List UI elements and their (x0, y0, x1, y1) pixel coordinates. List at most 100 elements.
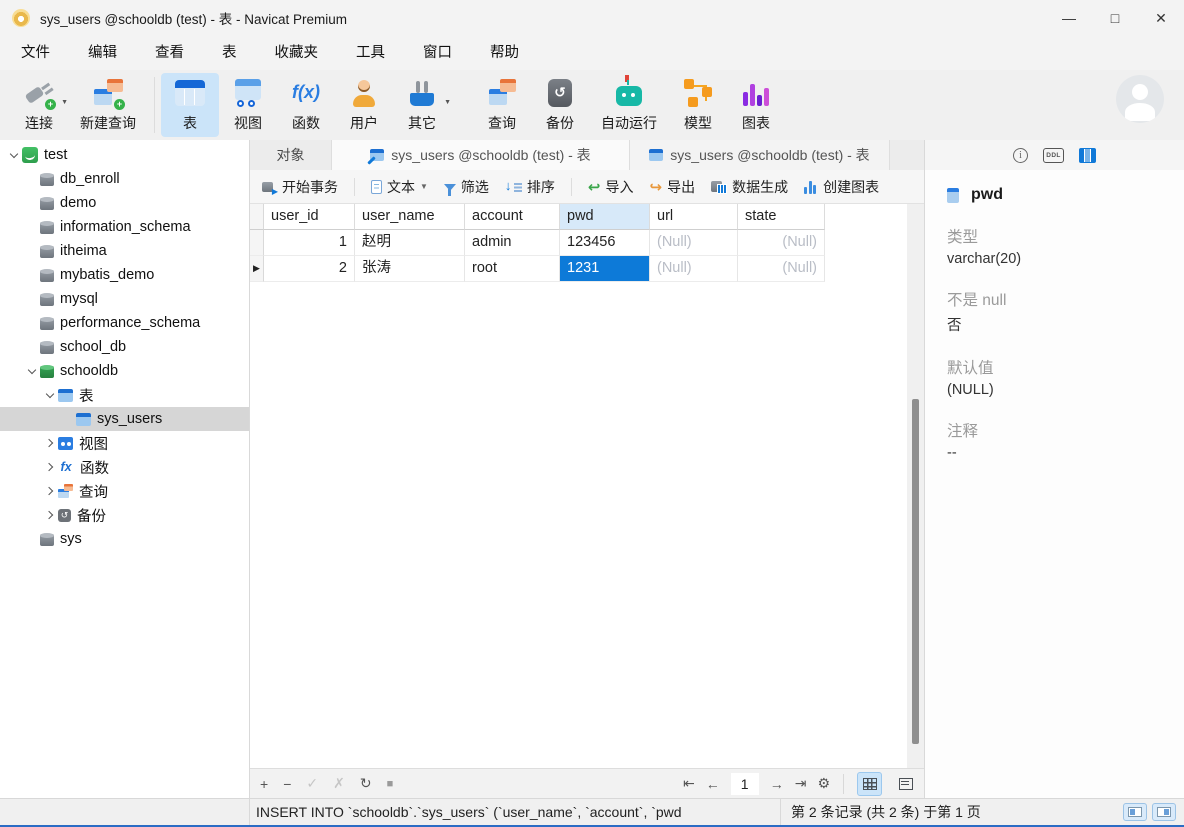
expand-arrow-icon[interactable] (42, 393, 58, 397)
toggle-left-panel-button[interactable] (1123, 803, 1147, 821)
others-button[interactable]: 其它 ▼ (393, 73, 451, 137)
stop-button[interactable]: ■ (387, 778, 394, 790)
chevron-down-icon[interactable]: ▼ (444, 99, 451, 106)
info-icon[interactable] (1013, 148, 1028, 163)
menu-table[interactable]: 表 (203, 36, 256, 70)
tables-button[interactable]: 表 (161, 73, 219, 137)
functions-button[interactable]: f(x) 函数 (277, 73, 335, 137)
cell-pwd-selected[interactable]: 1231 (560, 256, 650, 282)
cell-user-id[interactable]: 2 (264, 256, 355, 282)
expand-arrow-icon[interactable] (6, 153, 22, 157)
menu-file[interactable]: 文件 (2, 36, 69, 70)
tree-item-mybatis-demo[interactable]: mybatis_demo (0, 263, 249, 287)
cell-state[interactable]: (Null) (738, 230, 825, 256)
tree-item-sys-users[interactable]: sys_users (0, 407, 249, 431)
cell-pwd[interactable]: 123456 (560, 230, 650, 256)
menu-edit[interactable]: 编辑 (69, 36, 136, 70)
discard-changes-button[interactable]: ✗ (333, 775, 345, 792)
cell-state[interactable]: (Null) (738, 256, 825, 282)
row-marker[interactable] (250, 230, 264, 256)
expand-arrow-icon[interactable] (42, 488, 58, 494)
tree-item-schooldb[interactable]: schooldb (0, 359, 249, 383)
tree-item-performance-schema[interactable]: performance_schema (0, 311, 249, 335)
menu-window[interactable]: 窗口 (404, 36, 471, 70)
automation-button[interactable]: 自动运行 (589, 73, 669, 137)
next-page-button[interactable]: → (770, 776, 784, 792)
tree-item-functions[interactable]: fx 函数 (0, 455, 249, 479)
chevron-down-icon[interactable]: ▼ (61, 99, 68, 106)
minimize-button[interactable]: — (1046, 0, 1092, 36)
cell-url[interactable]: (Null) (650, 230, 738, 256)
query-button[interactable]: 查询 (473, 73, 531, 137)
current-row-marker[interactable]: ▶ (250, 256, 264, 282)
tree-item-sys[interactable]: sys (0, 527, 249, 551)
first-page-button[interactable]: ⇤ (683, 775, 695, 792)
connection-button[interactable]: 连接 ▼ (10, 73, 68, 137)
tree-item-information-schema[interactable]: information_schema (0, 215, 249, 239)
tree-item-mysql[interactable]: mysql (0, 287, 249, 311)
column-header-user-name[interactable]: user_name (355, 204, 465, 230)
user-avatar[interactable] (1116, 75, 1164, 123)
menu-help[interactable]: 帮助 (471, 36, 538, 70)
cell-user-name[interactable]: 赵明 (355, 230, 465, 256)
last-page-button[interactable]: ⇥ (795, 775, 807, 792)
tree-item-queries[interactable]: 查询 (0, 479, 249, 503)
add-record-button[interactable]: + (260, 776, 268, 792)
column-header-url[interactable]: url (650, 204, 738, 230)
tab-sys-users-active[interactable]: sys_users @schooldb (test) - 表 (332, 140, 630, 170)
backup-button[interactable]: 备份 (531, 73, 589, 137)
tab-objects[interactable]: 对象 (250, 140, 332, 170)
tree-item-test[interactable]: test (0, 143, 249, 167)
column-header-account[interactable]: account (465, 204, 560, 230)
charts-button[interactable]: 图表 (727, 73, 785, 137)
filter-button[interactable]: 筛选 (440, 177, 493, 197)
delete-record-button[interactable]: − (283, 776, 291, 792)
ddl-icon[interactable] (1043, 148, 1064, 163)
tree-item-tables[interactable]: 表 (0, 383, 249, 407)
cell-account[interactable]: root (465, 256, 560, 282)
expand-arrow-icon[interactable] (42, 440, 58, 446)
maximize-button[interactable]: □ (1092, 0, 1138, 36)
cell-account[interactable]: admin (465, 230, 560, 256)
apply-changes-button[interactable]: ✓ (306, 775, 318, 792)
begin-transaction-button[interactable]: 开始事务 (258, 177, 342, 197)
menu-favorites[interactable]: 收藏夹 (256, 36, 338, 70)
expand-arrow-icon[interactable] (24, 369, 40, 373)
tree-item-demo[interactable]: demo (0, 191, 249, 215)
column-header-state[interactable]: state (738, 204, 825, 230)
expand-arrow-icon[interactable] (42, 512, 58, 518)
cell-user-id[interactable]: 1 (264, 230, 355, 256)
tree-item-backups[interactable]: 备份 (0, 503, 249, 527)
chevron-down-icon[interactable]: ▼ (420, 182, 428, 191)
cell-url[interactable]: (Null) (650, 256, 738, 282)
text-mode-button[interactable]: 文本 ▼ (367, 177, 432, 197)
columns-icon[interactable] (1079, 148, 1096, 163)
views-button[interactable]: 视图 (219, 73, 277, 137)
column-header-user-id[interactable]: user_id (264, 204, 355, 230)
current-page-input[interactable]: 1 (731, 773, 759, 795)
users-button[interactable]: 用户 (335, 73, 393, 137)
sort-button[interactable]: 排序 (501, 177, 559, 197)
expand-arrow-icon[interactable] (42, 464, 58, 470)
tree-item-db-enroll[interactable]: db_enroll (0, 167, 249, 191)
data-generation-button[interactable]: 数据生成 (707, 177, 792, 197)
grid-view-button[interactable] (857, 772, 882, 796)
form-view-button[interactable] (893, 772, 918, 796)
menu-view[interactable]: 查看 (136, 36, 203, 70)
tab-sys-users[interactable]: sys_users @schooldb (test) - 表 (630, 140, 890, 170)
cell-user-name[interactable]: 张涛 (355, 256, 465, 282)
create-chart-button[interactable]: 创建图表 (800, 177, 883, 197)
import-button[interactable]: 导入 (584, 177, 638, 197)
refresh-button[interactable]: ↻ (360, 775, 372, 792)
tree-item-school-db[interactable]: school_db (0, 335, 249, 359)
vertical-scrollbar[interactable] (907, 204, 924, 768)
toggle-right-panel-button[interactable] (1152, 803, 1176, 821)
model-button[interactable]: 模型 (669, 73, 727, 137)
menu-tools[interactable]: 工具 (337, 36, 404, 70)
new-query-button[interactable]: 新建查询 (68, 73, 148, 137)
export-button[interactable]: 导出 (646, 177, 700, 197)
close-button[interactable]: ✕ (1138, 0, 1184, 36)
previous-page-button[interactable]: ← (706, 776, 720, 792)
tree-item-itheima[interactable]: itheima (0, 239, 249, 263)
page-settings-icon[interactable]: ⚙ (817, 775, 830, 792)
